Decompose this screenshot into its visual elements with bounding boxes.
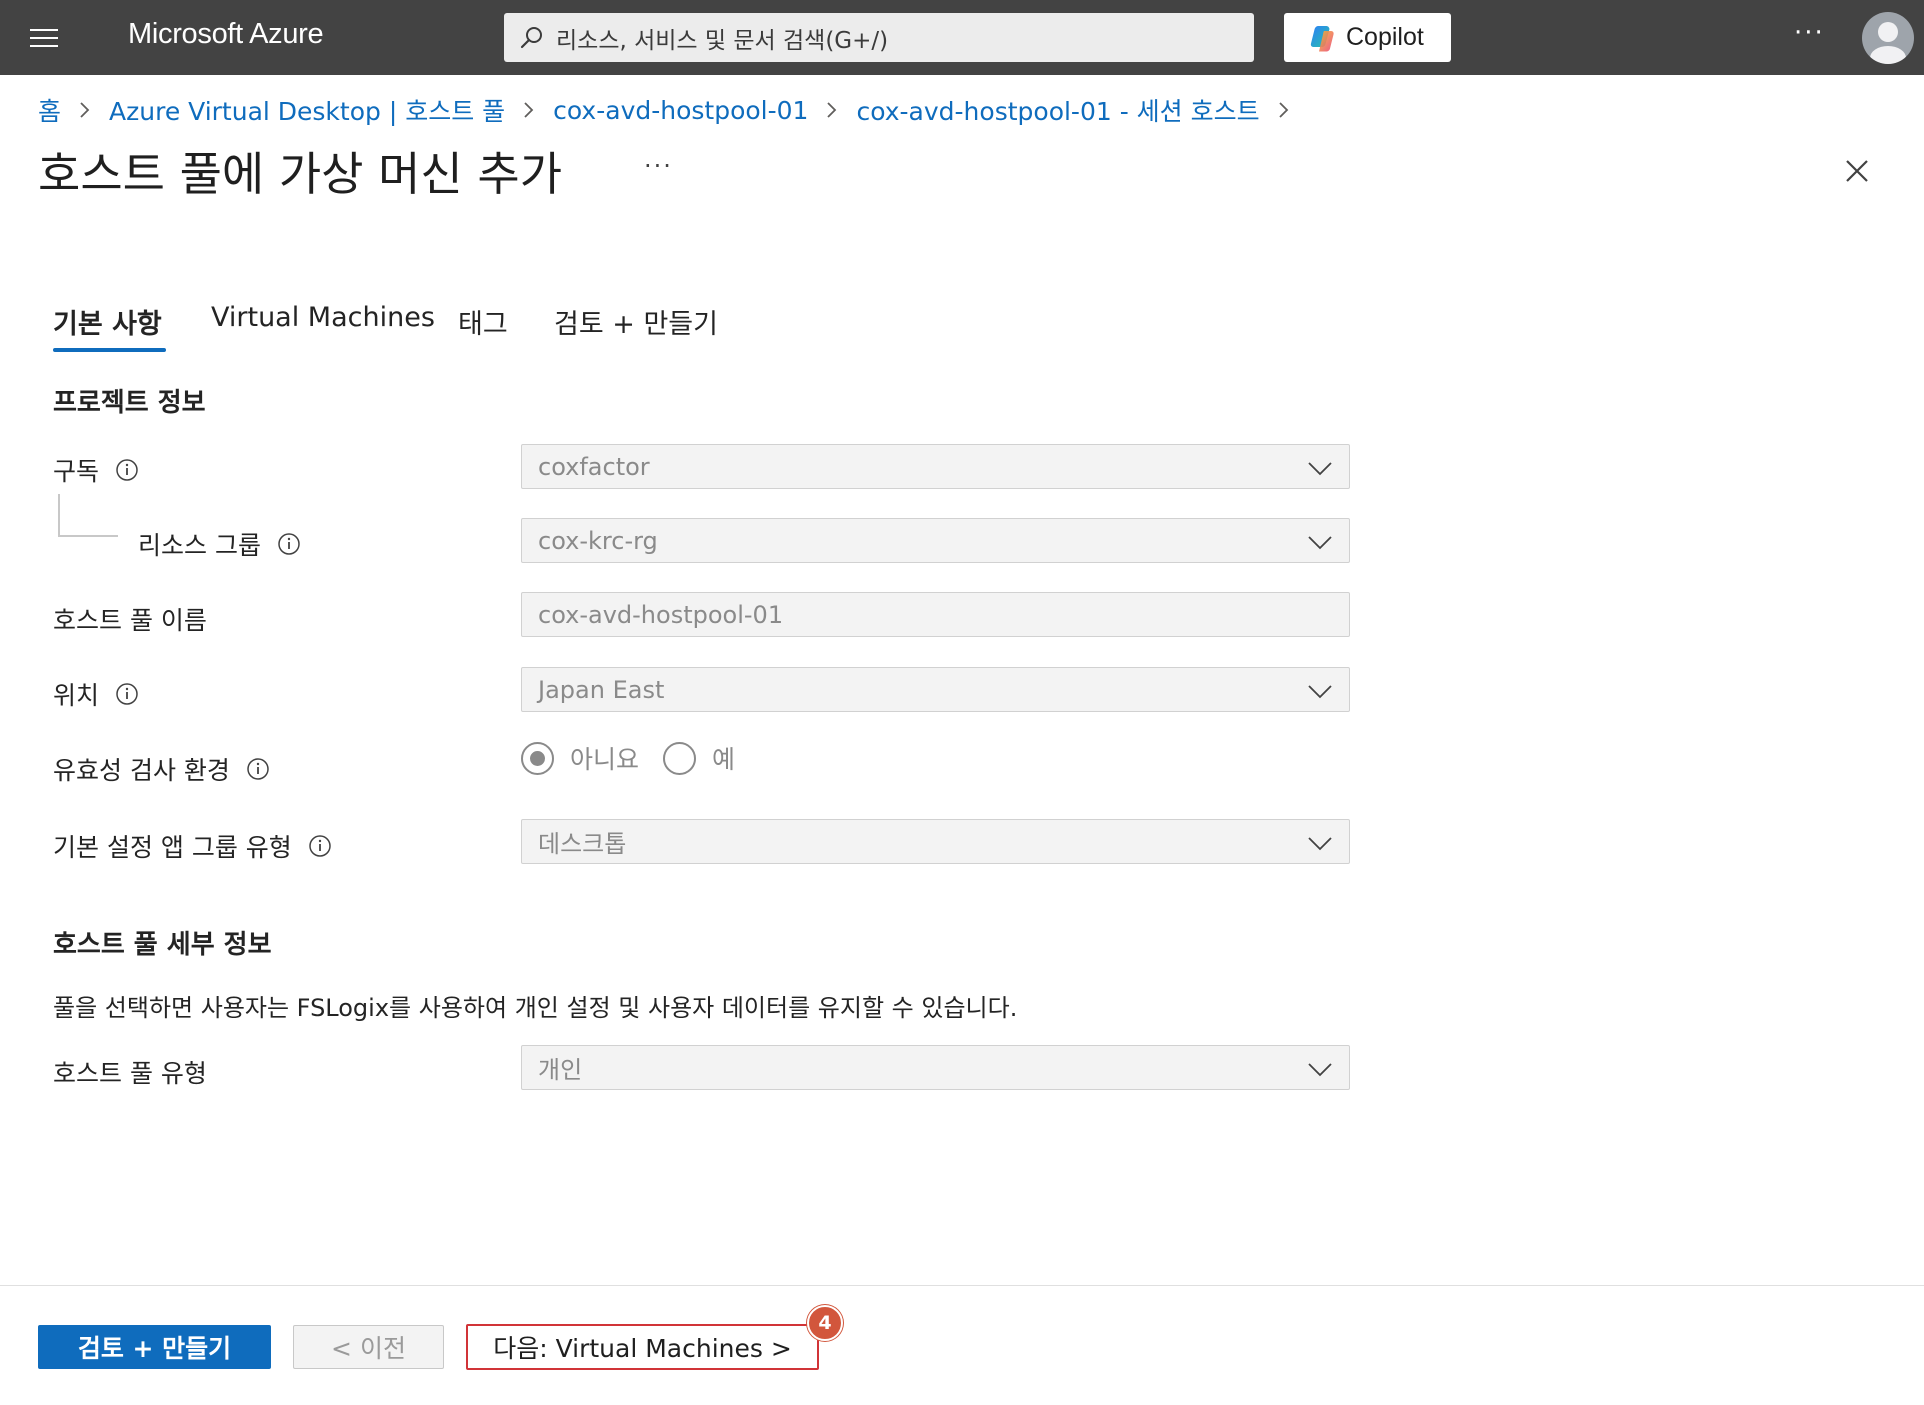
tree-connector — [58, 535, 118, 537]
resource-group-value: cox-krc-rg — [538, 526, 658, 555]
chevron-right-icon — [79, 101, 91, 119]
chevron-down-icon — [1308, 685, 1332, 699]
top-bar: Microsoft Azure 리소스, 서비스 및 문서 검색(G+/) Co… — [0, 0, 1924, 75]
step-badge: 4 — [807, 1305, 843, 1341]
subscription-dropdown[interactable]: coxfactor — [521, 444, 1350, 489]
info-icon[interactable] — [277, 532, 301, 556]
section-project-details: 프로젝트 정보 — [53, 388, 206, 418]
chevron-down-icon — [1308, 837, 1332, 851]
location-value: Japan East — [538, 675, 665, 704]
breadcrumb-session-hosts[interactable]: cox-avd-hostpool-01 - 세션 호스트 — [856, 92, 1259, 128]
chevron-right-icon — [1278, 101, 1290, 119]
subscription-label-text: 구독 — [53, 457, 100, 486]
chevron-down-icon — [1308, 462, 1332, 476]
validation-environment-label: 유효성 검사 환경 — [53, 751, 270, 787]
brand-title[interactable]: Microsoft Azure — [128, 18, 324, 51]
preferred-app-group-label: 기본 설정 앱 그룹 유형 — [53, 828, 332, 864]
user-avatar[interactable] — [1862, 12, 1914, 64]
copilot-button[interactable]: Copilot — [1284, 13, 1451, 62]
breadcrumb-home[interactable]: 홈 — [38, 92, 61, 128]
breadcrumb: 홈 Azure Virtual Desktop | 호스트 풀 cox-avd-… — [38, 92, 1308, 128]
app-group-type-value: 데스크톱 — [538, 830, 627, 858]
copilot-icon — [1310, 25, 1334, 51]
section-host-pool-details: 호스트 풀 세부 정보 — [53, 930, 272, 960]
page-title: 호스트 풀에 가상 머신 추가 — [38, 147, 563, 201]
next-virtual-machines-button[interactable]: 다음: Virtual Machines > — [466, 1324, 819, 1370]
tab-basics[interactable]: 기본 사항 — [53, 302, 162, 341]
breadcrumb-avd-host-pools[interactable]: Azure Virtual Desktop | 호스트 풀 — [109, 92, 505, 128]
copilot-label: Copilot — [1346, 23, 1424, 51]
radio-no-label[interactable]: 아니요 — [570, 740, 639, 776]
resource-group-label: 리소스 그룹 — [138, 526, 301, 562]
host-pool-name-input[interactable]: cox-avd-hostpool-01 — [521, 592, 1350, 637]
host-pool-description: 풀을 선택하면 사용자는 FSLogix를 사용하여 개인 설정 및 사용자 데… — [53, 994, 1018, 1022]
host-pool-type-label: 호스트 풀 유형 — [53, 1059, 207, 1088]
chevron-down-icon — [1308, 536, 1332, 550]
active-tab-indicator — [53, 348, 166, 352]
info-icon[interactable] — [308, 834, 332, 858]
info-icon[interactable] — [246, 757, 270, 781]
search-icon — [518, 24, 546, 52]
validation-label-text: 유효성 검사 환경 — [53, 756, 230, 785]
app-group-label-text: 기본 설정 앱 그룹 유형 — [53, 833, 292, 862]
radio-yes[interactable] — [663, 741, 697, 775]
location-label-text: 위치 — [53, 681, 100, 710]
tree-connector — [58, 494, 60, 536]
radio-selected-dot — [530, 750, 545, 766]
location-dropdown[interactable]: Japan East — [521, 667, 1350, 712]
previous-button[interactable]: < 이전 — [293, 1325, 444, 1369]
more-options-icon[interactable]: ··· — [1794, 18, 1825, 48]
search-placeholder: 리소스, 서비스 및 문서 검색(G+/) — [556, 27, 889, 54]
resource-group-dropdown[interactable]: cox-krc-rg — [521, 518, 1350, 563]
subscription-value: coxfactor — [538, 452, 650, 481]
resource-group-label-text: 리소스 그룹 — [138, 531, 261, 560]
location-label: 위치 — [53, 676, 139, 712]
subscription-label: 구독 — [53, 452, 139, 488]
global-search-box[interactable]: 리소스, 서비스 및 문서 검색(G+/) — [504, 13, 1254, 62]
validation-environment-radio-group: 아니요 예 — [521, 740, 759, 776]
chevron-right-icon — [523, 101, 535, 119]
info-icon[interactable] — [115, 682, 139, 706]
tab-review-create[interactable]: 검토 + 만들기 — [554, 302, 718, 341]
chevron-right-icon — [826, 101, 838, 119]
review-create-button[interactable]: 검토 + 만들기 — [38, 1325, 271, 1369]
host-pool-name-value: cox-avd-hostpool-01 — [538, 600, 784, 629]
chevron-down-icon — [1308, 1063, 1332, 1077]
breadcrumb-host-pool[interactable]: cox-avd-hostpool-01 — [553, 96, 808, 125]
tab-tags[interactable]: 태그 — [458, 302, 508, 341]
tab-virtual-machines[interactable]: Virtual Machines — [211, 302, 435, 333]
host-pool-type-value: 개인 — [538, 1056, 583, 1084]
radio-no[interactable] — [521, 741, 554, 775]
host-pool-name-label: 호스트 풀 이름 — [53, 606, 207, 635]
close-icon[interactable] — [1843, 157, 1871, 185]
info-icon[interactable] — [115, 458, 139, 482]
host-pool-type-dropdown[interactable]: 개인 — [521, 1045, 1350, 1090]
app-group-type-dropdown[interactable]: 데스크톱 — [521, 819, 1350, 864]
menu-icon[interactable] — [28, 26, 62, 50]
title-more-icon[interactable]: ··· — [644, 152, 673, 180]
radio-yes-label[interactable]: 예 — [712, 740, 735, 776]
footer-divider — [0, 1285, 1924, 1286]
